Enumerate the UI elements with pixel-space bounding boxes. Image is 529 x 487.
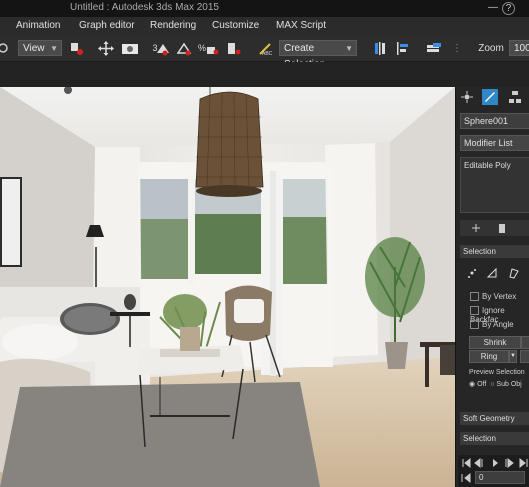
command-panel: Sphere001 Modifier List Editable Poly Se… — [455, 87, 529, 487]
selection-rollout-header-2[interactable]: Selection — [460, 432, 529, 445]
ring-button[interactable]: Ring — [469, 350, 509, 363]
minimize-icon[interactable]: — — [486, 1, 500, 15]
view-dropdown-label: View — [23, 43, 45, 54]
preview-selection-label: Preview Selection — [469, 369, 525, 376]
preview-subobj-radio[interactable]: ○ Sub Obj — [490, 381, 521, 388]
modify-tab-icon[interactable] — [482, 89, 498, 105]
zoom-field[interactable]: 100 — [509, 40, 529, 56]
chevron-down-icon: ▼ — [345, 44, 353, 53]
goto-start-icon[interactable] — [460, 472, 472, 484]
preview-selection-options: ◉ Off ○ Sub Obj — [469, 380, 522, 388]
render-frame-icon[interactable] — [121, 41, 139, 56]
object-name-field[interactable]: Sphere001 — [460, 113, 529, 129]
angle-snap-icon[interactable] — [176, 41, 192, 56]
by-angle-label: By Angle — [482, 320, 514, 329]
main-toolbar: View▼ 3 % ABC Create Selection...▼ ⋮ Zoo… — [0, 37, 529, 71]
chevron-down-icon: ▼ — [50, 44, 58, 53]
menu-maxscript[interactable]: MAX Script — [276, 20, 326, 31]
title-bar: Untitled : Autodesk 3ds Max 2015 — ? — [0, 0, 529, 17]
rendered-scene-image — [0, 87, 455, 487]
layer-manager-icon[interactable] — [425, 41, 443, 56]
percent-snap-icon[interactable] — [204, 41, 220, 56]
menu-animation[interactable]: Animation — [16, 20, 60, 31]
current-frame-value: 0 — [479, 473, 484, 482]
more-tools-icon[interactable]: ⋮ — [452, 40, 462, 57]
menu-customize[interactable]: Customize — [212, 20, 259, 31]
preview-subobj-label: Sub Obj — [496, 381, 522, 388]
playback-buttons-icon[interactable] — [460, 457, 529, 469]
grow-button[interactable] — [521, 336, 529, 349]
by-angle-checkbox[interactable]: By Angle — [470, 320, 514, 330]
window-title: Untitled : Autodesk 3ds Max 2015 — [70, 2, 219, 13]
selection-rollout-header[interactable]: Selection — [460, 245, 529, 258]
perspective-viewport[interactable] — [0, 87, 455, 487]
soft-selection-label: Soft Geometry — [463, 414, 515, 423]
modifier-stack-item[interactable]: Editable Poly — [464, 161, 511, 170]
menu-rendering[interactable]: Rendering — [150, 20, 196, 31]
svg-text:ABC: ABC — [262, 51, 273, 56]
checkbox-box — [470, 292, 479, 302]
secondary-toolbar — [0, 62, 529, 87]
preview-off-radio[interactable]: ◉ Off — [469, 381, 486, 388]
checkbox-box — [470, 306, 479, 316]
stack-tools — [460, 220, 529, 236]
select-link-icon[interactable] — [68, 41, 84, 56]
hierarchy-tab-icon[interactable] — [508, 90, 522, 104]
zoom-label: Zoom : — [478, 43, 504, 71]
loop-button[interactable] — [520, 350, 529, 363]
preview-off-label: Off — [477, 381, 487, 388]
selection-header-2-label: Selection — [463, 434, 496, 443]
zoom-value: 100 — [514, 43, 529, 54]
pin-stack-icon[interactable] — [470, 222, 482, 234]
remove-modifier-icon[interactable] — [496, 222, 508, 234]
modifier-list-label: Modifier List — [464, 138, 513, 148]
edit-named-selection-icon[interactable]: ABC — [258, 41, 274, 56]
undo-icon[interactable] — [0, 41, 10, 56]
by-vertex-checkbox[interactable]: By Vertex — [470, 292, 517, 302]
soft-selection-rollout-header[interactable]: Soft Geometry — [460, 412, 529, 425]
align-icon[interactable] — [395, 41, 411, 56]
ring-spinner-icon[interactable]: ▼ — [509, 350, 517, 363]
modifier-list-dropdown[interactable]: Modifier List — [460, 135, 529, 151]
create-tab-icon[interactable] — [460, 90, 474, 104]
modifier-stack: Editable Poly — [460, 157, 529, 213]
snap-toggle-icon[interactable] — [155, 41, 171, 56]
move-icon[interactable] — [98, 41, 114, 56]
selection-set-dropdown[interactable]: Create Selection...▼ — [279, 40, 357, 70]
subobject-mode-icons[interactable] — [466, 265, 529, 281]
checkbox-box — [470, 320, 479, 330]
menu-graph-editor[interactable]: Graph editor — [79, 20, 135, 31]
by-vertex-label: By Vertex — [482, 292, 517, 301]
help-icon[interactable]: ? — [502, 2, 515, 15]
view-dropdown[interactable]: View ▼ — [18, 40, 62, 56]
mirror-icon[interactable] — [372, 41, 388, 56]
object-name-value: Sphere001 — [464, 116, 509, 126]
current-frame-field[interactable]: 0 — [475, 471, 525, 484]
playback-controls: 0 — [458, 455, 529, 487]
spinner-snap-icon[interactable] — [226, 41, 242, 56]
selection-header-label: Selection — [463, 247, 496, 256]
shrink-button[interactable]: Shrink — [469, 336, 521, 349]
menu-bar: Animation Graph editor Rendering Customi… — [0, 17, 529, 37]
